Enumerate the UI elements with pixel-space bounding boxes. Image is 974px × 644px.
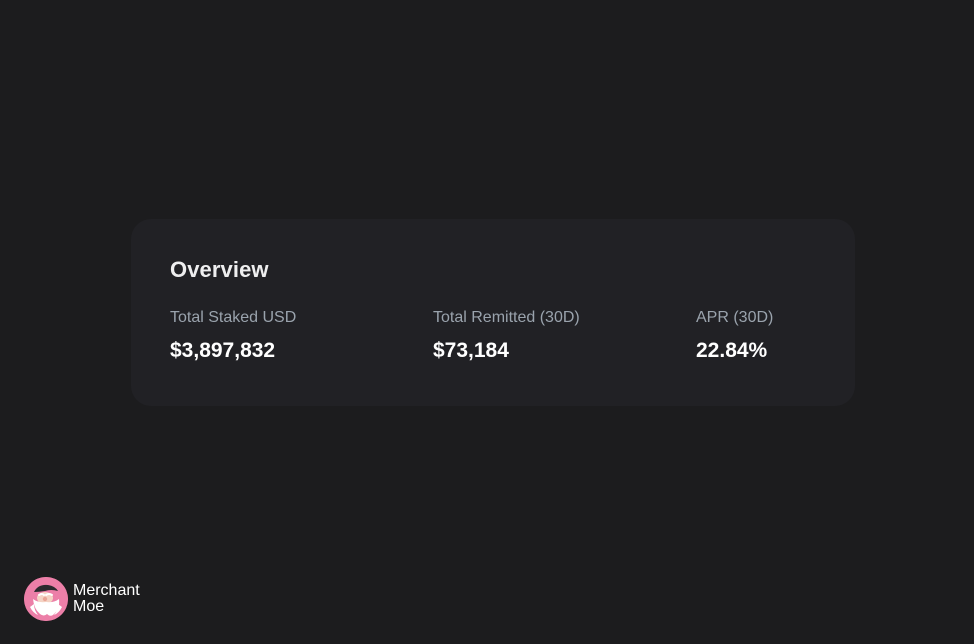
merchant-moe-logo-icon [24, 577, 68, 621]
stat-value: 22.84% [696, 339, 768, 362]
page: Overview Total Staked USD $3,897,832 Tot… [0, 0, 974, 644]
stat-value: $3,897,832 [170, 339, 276, 362]
brand-link[interactable]: Merchant Moe [24, 577, 140, 621]
stat-apr: APR (30D) 22.84% [696, 309, 773, 363]
stat-label: Total Staked USD [170, 309, 297, 326]
overview-title: Overview [170, 257, 269, 282]
brand-name: Merchant Moe [73, 583, 140, 615]
brand-name-line1: Merchant [73, 582, 140, 599]
stat-total-remitted: Total Remitted (30D) $73,184 [433, 309, 580, 363]
stat-total-staked: Total Staked USD $3,897,832 [170, 309, 296, 363]
stat-label: APR (30D) [696, 309, 774, 326]
stat-value: $73,184 [433, 339, 509, 362]
brand-name-line2: Moe [73, 598, 105, 615]
stat-label: Total Remitted (30D) [433, 309, 580, 326]
overview-card: Overview Total Staked USD $3,897,832 Tot… [131, 219, 855, 406]
